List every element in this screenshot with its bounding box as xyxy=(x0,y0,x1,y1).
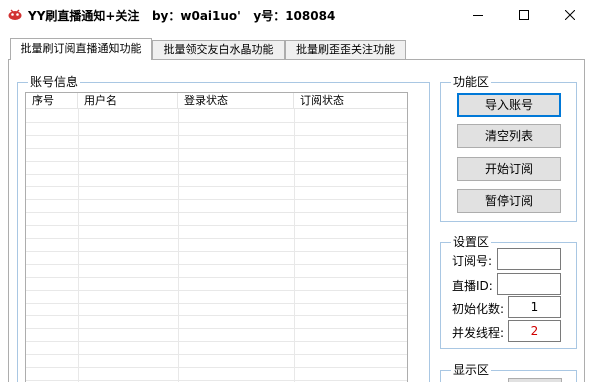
close-icon xyxy=(565,10,575,20)
function-group-title: 功能区 xyxy=(451,75,492,89)
display-button[interactable] xyxy=(508,378,562,382)
window-title: YY刷直播通知+关注 by：w0ai1uo' y号：108084 xyxy=(28,9,336,23)
account-group-title: 账号信息 xyxy=(28,75,81,89)
thread-count-field[interactable]: 2 xyxy=(508,320,561,342)
list-header: 序号 用户名 登录状态 订阅状态 xyxy=(26,93,407,109)
column-header-login-status[interactable]: 登录状态 xyxy=(178,93,294,109)
maximize-icon xyxy=(519,10,529,20)
clear-list-button[interactable]: 清空列表 xyxy=(457,124,561,148)
thread-count-label: 并发线程: xyxy=(452,326,505,340)
init-count-label: 初始化数: xyxy=(452,302,505,316)
app-icon xyxy=(8,9,22,20)
minimize-button[interactable] xyxy=(455,0,501,30)
live-id-label: 直播ID: xyxy=(452,279,493,293)
column-header-index[interactable]: 序号 xyxy=(26,93,78,109)
subscribe-id-field[interactable] xyxy=(497,248,561,270)
import-accounts-button[interactable]: 导入账号 xyxy=(457,93,561,117)
display-group-title: 显示区 xyxy=(451,363,492,377)
init-count-field[interactable]: 1 xyxy=(508,296,561,318)
settings-group-title: 设置区 xyxy=(451,235,492,249)
tab-crystal[interactable]: 批量领交友白水晶功能 xyxy=(152,40,285,59)
account-list[interactable]: 序号 用户名 登录状态 订阅状态 xyxy=(25,92,408,382)
subscribe-id-label: 订阅号: xyxy=(452,254,493,268)
tab-strip: 批量刷订阅直播通知功能 批量领交友白水晶功能 批量刷歪歪关注功能 xyxy=(0,38,593,60)
minimize-icon xyxy=(473,15,483,16)
start-subscribe-button[interactable]: 开始订阅 xyxy=(457,157,561,181)
close-button[interactable] xyxy=(547,0,593,30)
list-grid xyxy=(26,109,407,382)
column-header-subscribe-status[interactable]: 订阅状态 xyxy=(294,93,407,109)
tab-subscribe-notice[interactable]: 批量刷订阅直播通知功能 xyxy=(10,38,152,60)
pause-subscribe-button[interactable]: 暂停订阅 xyxy=(457,189,561,213)
title-bar: YY刷直播通知+关注 by：w0ai1uo' y号：108084 xyxy=(0,0,593,31)
column-header-username[interactable]: 用户名 xyxy=(78,93,178,109)
tab-follow[interactable]: 批量刷歪歪关注功能 xyxy=(285,40,406,59)
maximize-button[interactable] xyxy=(501,0,547,30)
live-id-field[interactable] xyxy=(497,273,561,295)
